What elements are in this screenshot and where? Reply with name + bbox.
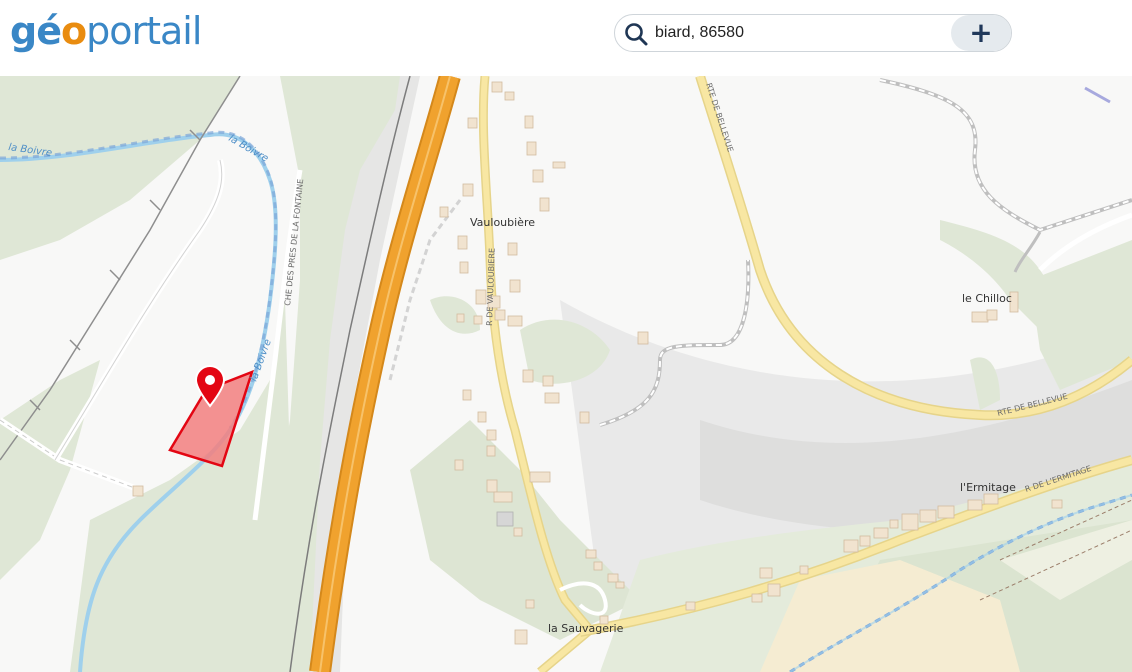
search-icon[interactable] [623,21,649,47]
map-view[interactable]: Vauloubière le Chilloc l'Ermitage la Sau… [0,76,1132,672]
label-lermitage: l'Ermitage [960,481,1016,494]
logo-part-ge: gé [10,9,62,53]
search-box: + [614,14,1012,52]
add-button[interactable]: + [951,15,1011,51]
logo-part-portail: portail [86,9,202,53]
logo-part-o: o [60,9,87,53]
map-canvas[interactable]: Vauloubière le Chilloc l'Ermitage la Sau… [0,76,1132,672]
label-vauloubiere: Vauloubière [470,216,535,229]
geoportail-app: géoportail + [0,0,1132,672]
search-input[interactable] [655,21,945,45]
header-bar: géoportail + [0,0,1132,76]
geoportail-logo[interactable]: géoportail [10,6,202,56]
utility-building [496,511,514,527]
label-la-sauvagerie: la Sauvagerie [548,622,624,635]
label-le-chilloc: le Chilloc [962,292,1012,305]
